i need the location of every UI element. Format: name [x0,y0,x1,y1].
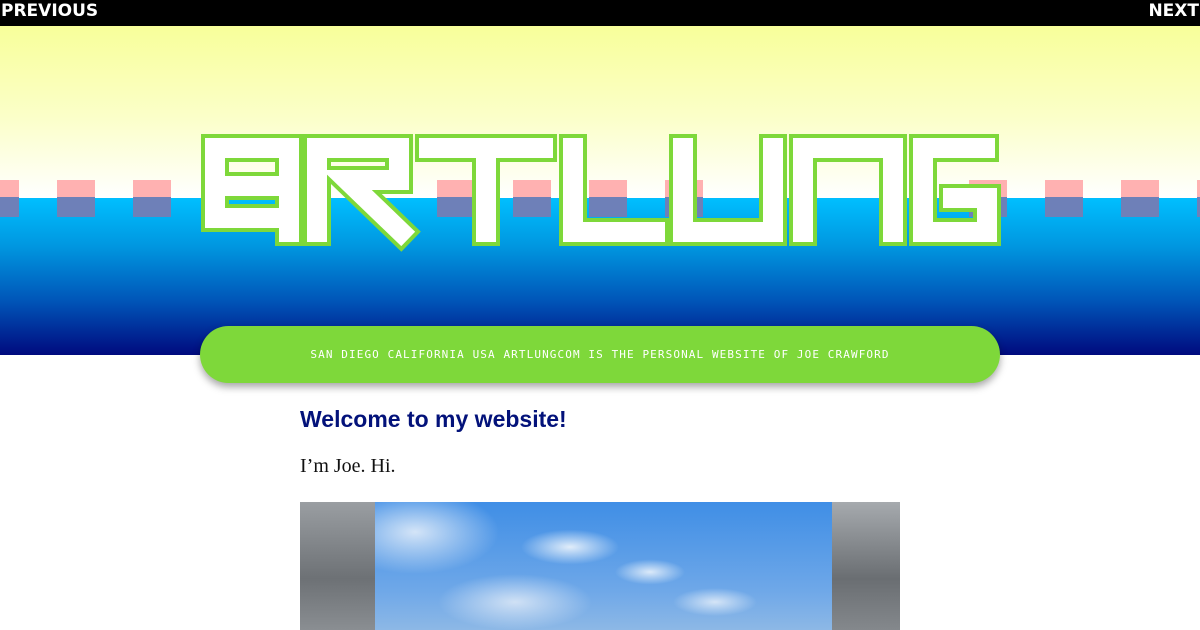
sky-photo [375,502,832,630]
horizon-dash [57,197,95,217]
photo-blur-border-left [300,502,375,630]
horizon-dash [133,180,171,197]
top-nav-bar: PREVIOUS NEXT [0,0,1200,26]
horizon-dash [1121,180,1159,197]
photo-blur-border-right [832,502,900,630]
horizon-dash [57,180,95,197]
horizon-dash [0,197,19,217]
horizon-dash [1045,197,1083,217]
featured-photo[interactable] [300,502,900,630]
previous-link[interactable]: PREVIOUS [1,0,98,22]
post-intro: I’m Joe. Hi. [300,455,396,477]
logo-outline [201,134,1001,252]
site-header-banner [0,26,1200,355]
site-logo[interactable] [197,114,1003,266]
horizon-dash [0,180,19,197]
site-tagline: SAN DIEGO CALIFORNIA USA ARTLUNGCOM IS T… [200,326,1000,383]
next-link[interactable]: NEXT [1148,0,1199,22]
post-title[interactable]: Welcome to my website! [300,406,567,433]
horizon-dash [1045,180,1083,197]
horizon-dash [133,197,171,217]
horizon-dash [1121,197,1159,217]
